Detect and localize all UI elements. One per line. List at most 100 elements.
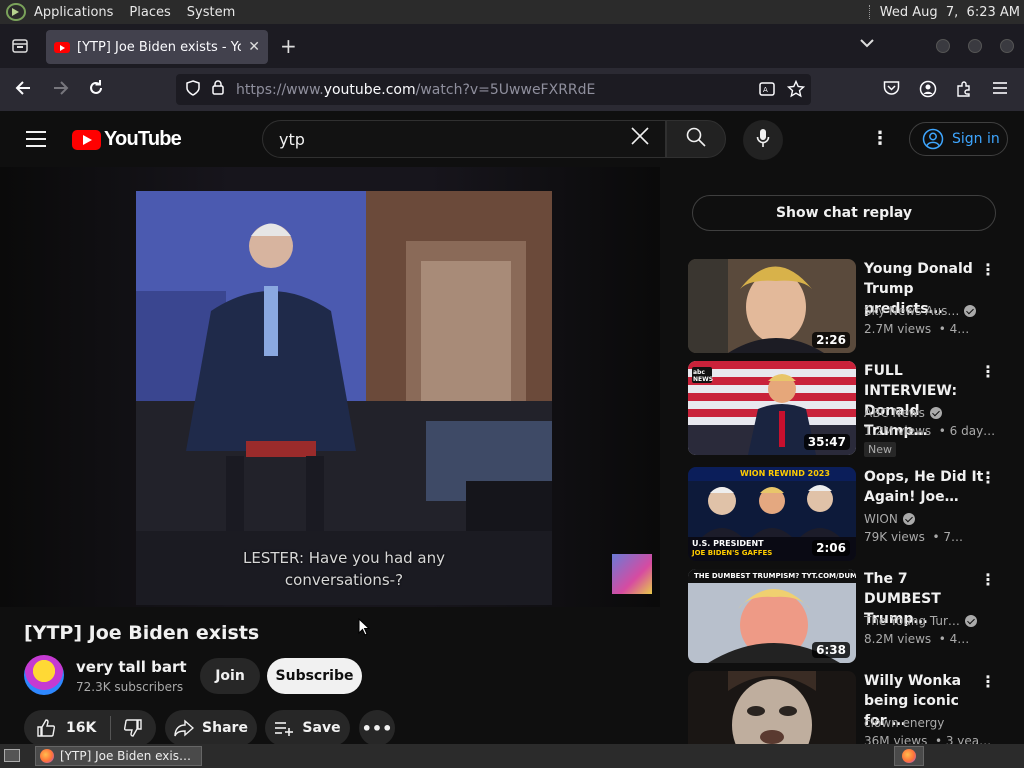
clear-search-icon[interactable] (630, 123, 650, 153)
youtube-logo-text: YouTube (104, 128, 182, 150)
recommended-title[interactable]: Oops, He Did It Again! Joe… (864, 467, 984, 507)
wion-banner: WION REWIND 2023 (740, 469, 830, 478)
recommended-channel[interactable]: The Young Tur… (864, 614, 977, 628)
menu-applications[interactable]: Applications (26, 5, 121, 20)
extensions-icon[interactable] (955, 80, 973, 103)
list-all-tabs-icon[interactable] (860, 36, 874, 52)
back-icon[interactable] (14, 79, 32, 102)
recommended-video[interactable]: THE DUMBEST TRUMPISM? TYT.COM/DUMB 6:38 … (688, 569, 1024, 665)
account-icon[interactable] (919, 80, 937, 103)
youtube-masthead: YouTube ytp ⋮ Sign in (0, 111, 1024, 167)
show-desktop-icon[interactable] (4, 749, 20, 762)
voice-search-button[interactable] (743, 120, 783, 160)
user-avatar-icon (922, 128, 944, 150)
channel-name[interactable]: very tall bart (76, 658, 187, 676)
caption-line-1: LESTER: Have you had any (242, 549, 446, 567)
workspace-switcher[interactable] (894, 746, 924, 766)
recommended-meta: 79K views • 7… (864, 530, 963, 544)
minimize-window-button[interactable] (936, 39, 950, 53)
translate-page-icon[interactable]: A (759, 81, 775, 101)
abc-news-logo: abc NEWS (693, 369, 714, 383)
recommended-video[interactable]: WION REWIND 2023 U.S. PRESIDENT JOE BIDE… (688, 467, 1024, 563)
search-input[interactable]: ytp (262, 120, 666, 158)
new-badge: New (864, 442, 896, 457)
video-still-image (136, 191, 552, 605)
caption-line-2: conversations-? (284, 571, 404, 589)
subscribe-button[interactable]: Subscribe (267, 658, 362, 694)
video-thumbnail[interactable]: THE DUMBEST TRUMPISM? TYT.COM/DUMB 6:38 (688, 569, 856, 663)
panel-clock[interactable]: Wed Aug 7, 6:23 AM (880, 5, 1020, 20)
panel-separator (868, 5, 872, 19)
verified-check-icon (964, 615, 977, 627)
recommended-more-icon[interactable]: ⋮ (980, 363, 996, 381)
recommended-channel[interactable]: clown energy (864, 716, 944, 730)
tracking-protection-icon[interactable] (186, 79, 200, 100)
forward-icon[interactable] (52, 79, 70, 102)
wion-caption-2: JOE BIDEN'S GAFFES (692, 549, 773, 557)
url-text: https://www.youtube.com/watch?v=5UwweFXR… (236, 81, 596, 98)
youtube-play-icon (72, 129, 101, 150)
video-caption: LESTER: Have you had any conversations-? (136, 547, 552, 591)
like-divider (110, 716, 112, 740)
recommended-meta: 36M views • 3 yea… (864, 734, 992, 744)
sign-in-button[interactable]: Sign in (909, 122, 1008, 156)
new-tab-icon[interactable]: + (280, 34, 297, 58)
youtube-logo[interactable]: YouTube (72, 128, 182, 151)
video-overlay-thumbnail[interactable] (612, 554, 652, 594)
tab-title: [YTP] Joe Biden exists - YouTube (77, 39, 241, 55)
pocket-icon[interactable] (883, 80, 900, 101)
taskbar-window-button[interactable]: [YTP] Joe Biden exis… (35, 746, 202, 766)
recommended-more-icon[interactable]: ⋮ (980, 673, 996, 691)
bookmark-star-icon[interactable] (786, 79, 806, 102)
video-thumbnail[interactable]: WION REWIND 2023 U.S. PRESIDENT JOE BIDE… (688, 467, 856, 561)
verified-check-icon (964, 305, 977, 317)
menu-places[interactable]: Places (121, 5, 178, 20)
recommended-channel[interactable]: Sky News Aus… (864, 304, 977, 318)
like-dislike-group: 16K (24, 710, 156, 744)
recommended-video[interactable]: 2:26 Young Donald Trump predicts… Sky Ne… (688, 259, 1024, 355)
tyt-banner: THE DUMBEST TRUMPISM? TYT.COM/DUMB (694, 572, 856, 580)
sign-in-label: Sign in (952, 131, 1000, 147)
recommended-channel[interactable]: WION (864, 512, 915, 526)
like-icon[interactable] (36, 718, 56, 738)
show-chat-replay-button[interactable]: Show chat replay (692, 195, 996, 231)
dislike-icon[interactable] (123, 718, 143, 738)
menu-system[interactable]: System (179, 5, 243, 20)
like-count[interactable]: 16K (66, 720, 96, 736)
recommended-more-icon[interactable]: ⋮ (980, 571, 996, 589)
tab-close-icon[interactable]: ✕ (248, 39, 260, 55)
recommended-video[interactable]: Willy Wonka being iconic for … clown ene… (688, 671, 1024, 744)
search-button[interactable] (666, 120, 726, 158)
video-frame[interactable]: LESTER: Have you had any conversations-? (136, 191, 552, 605)
channel-avatar[interactable] (24, 655, 64, 695)
firefox-tray-icon (902, 749, 916, 763)
lock-icon[interactable] (212, 80, 224, 99)
app-menu-icon[interactable] (992, 80, 1008, 101)
close-window-button[interactable] (1000, 39, 1014, 53)
recommended-more-icon[interactable]: ⋮ (980, 261, 996, 279)
reload-icon[interactable] (87, 79, 105, 102)
video-thumbnail[interactable]: abc NEWS 35:47 (688, 361, 856, 455)
video-thumbnail[interactable] (688, 671, 856, 744)
address-bar[interactable]: https://www.youtube.com/watch?v=5UwweFXR… (176, 74, 811, 105)
recommended-meta: 1.2M views • 6 day… (864, 424, 996, 438)
recommended-more-icon[interactable]: ⋮ (980, 469, 996, 487)
video-duration: 35:47 (803, 434, 850, 450)
video-thumbnail[interactable]: 2:26 (688, 259, 856, 353)
recommended-video[interactable]: abc NEWS 35:47 FULL INTERVIEW: Donald Tr… (688, 361, 1024, 457)
more-actions-button[interactable]: ••• (359, 710, 395, 744)
maximize-window-button[interactable] (968, 39, 982, 53)
settings-more-icon[interactable]: ⋮ (870, 127, 890, 151)
guide-menu-icon[interactable] (26, 131, 46, 147)
applications-icon[interactable] (6, 3, 26, 21)
join-button[interactable]: Join (200, 658, 260, 694)
video-duration: 2:06 (812, 540, 850, 556)
firefox-view-icon[interactable] (0, 24, 40, 68)
browser-navbar: https://www.youtube.com/watch?v=5UwweFXR… (0, 68, 1024, 111)
video-duration: 6:38 (812, 642, 850, 658)
recommended-meta: 8.2M views • 4… (864, 632, 970, 646)
share-button[interactable]: Share (165, 710, 257, 744)
browser-tab-active[interactable]: [YTP] Joe Biden exists - YouTube ✕ (46, 30, 268, 64)
save-button[interactable]: Save (265, 710, 350, 744)
recommended-channel[interactable]: ABC News (864, 406, 942, 420)
